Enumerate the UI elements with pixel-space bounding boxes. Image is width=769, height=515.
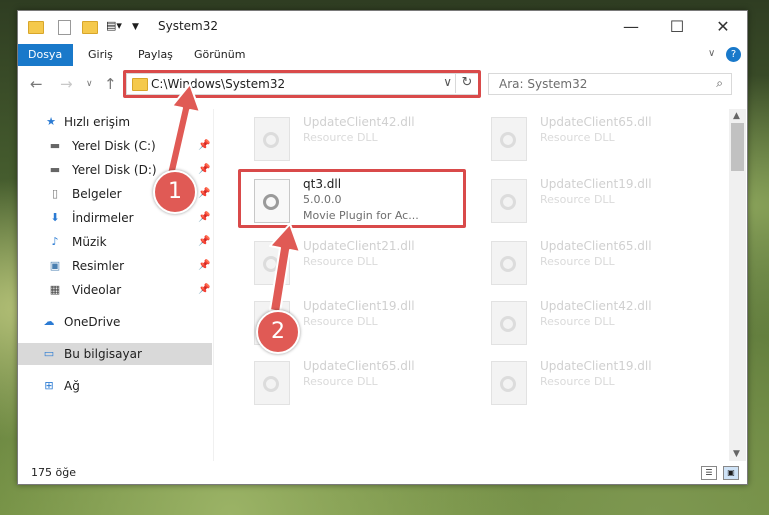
arrow-1-icon: [165, 83, 201, 181]
annotation-arrows: [165, 83, 301, 313]
arrow-2-icon: [269, 223, 301, 313]
step-badge-2: 2: [256, 310, 300, 354]
step-badge-1: 1: [153, 170, 197, 214]
